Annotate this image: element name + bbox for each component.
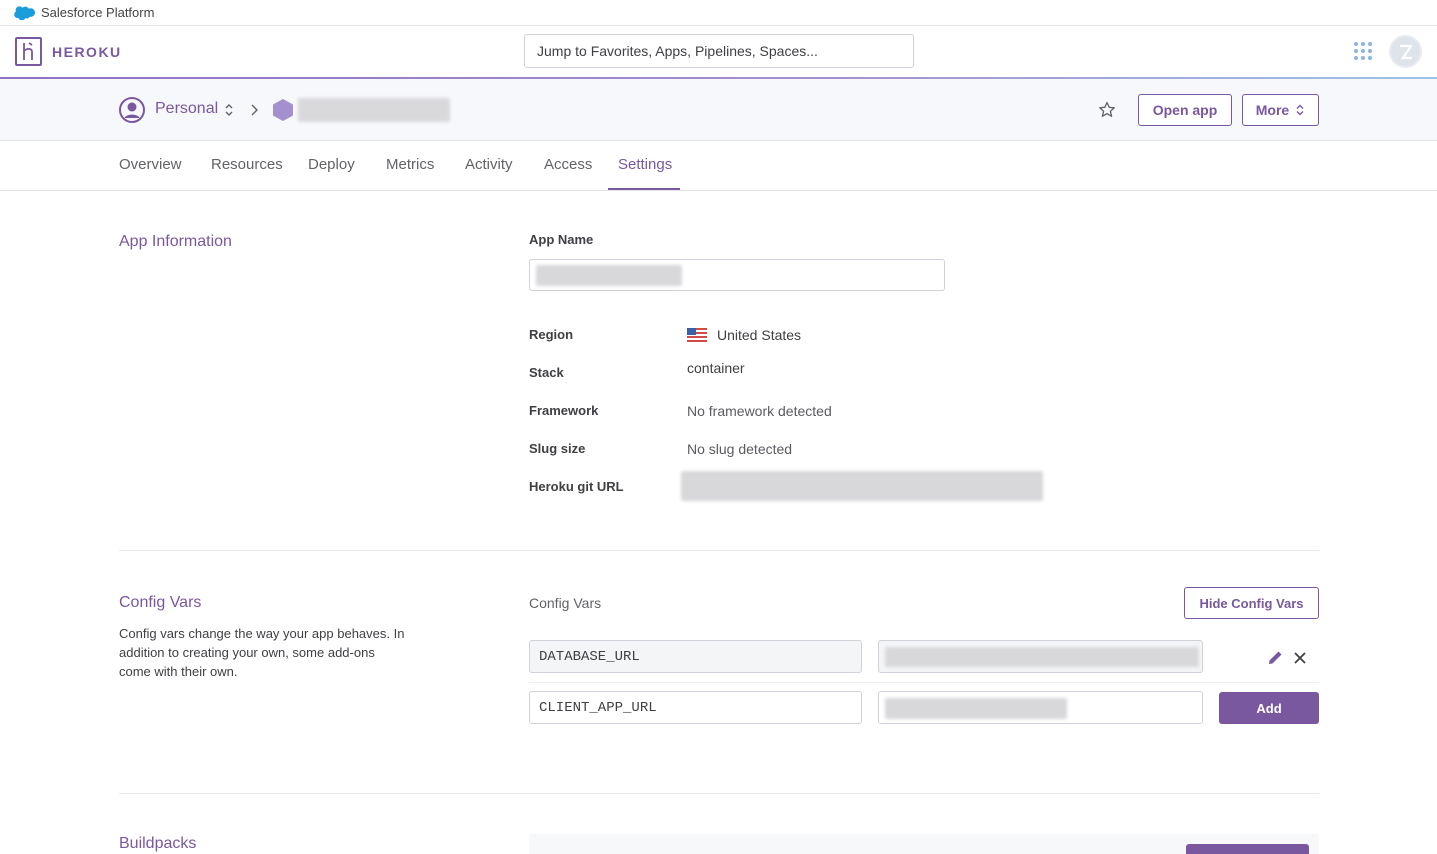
config-var-value-input[interactable] <box>878 640 1203 673</box>
app-tabs: Overview Resources Deploy Metrics Activi… <box>0 141 1437 191</box>
open-app-button[interactable]: Open app <box>1138 94 1232 126</box>
section-title-buildpacks: Buildpacks <box>119 835 197 852</box>
config-var-value-redacted <box>885 647 1199 667</box>
app-name-label: App Name <box>529 232 594 247</box>
new-config-var-value-input[interactable] <box>878 691 1203 724</box>
section-title-app-information: App Information <box>119 233 232 250</box>
stack-label: Stack <box>529 365 564 380</box>
us-flag-icon <box>687 328 707 342</box>
new-config-var-key-input[interactable]: CLIENT_APP_URL <box>529 691 862 724</box>
section-title-config-vars: Config Vars <box>119 594 202 611</box>
framework-value: No framework detected <box>687 403 832 419</box>
section-divider <box>119 793 1319 794</box>
edit-pencil-icon[interactable] <box>1267 649 1284 666</box>
app-name-redacted <box>298 98 450 122</box>
row-divider <box>529 682 1319 683</box>
git-url-label: Heroku git URL <box>529 479 624 494</box>
apps-grid-icon[interactable] <box>1353 41 1373 61</box>
heroku-logo-icon <box>15 37 42 66</box>
more-button-label: More <box>1255 102 1290 118</box>
tab-activity[interactable]: Activity <box>465 156 513 173</box>
hide-config-vars-button[interactable]: Hide Config Vars <box>1184 587 1319 619</box>
new-config-var-value-redacted <box>885 698 1067 719</box>
salesforce-platform-bar: Salesforce Platform <box>0 0 1437 26</box>
tab-access[interactable]: Access <box>544 156 592 173</box>
chevron-updown-icon <box>1296 104 1304 116</box>
config-vars-panel-label: Config Vars <box>529 595 602 611</box>
account-switcher[interactable]: Personal <box>155 100 218 118</box>
framework-label: Framework <box>529 403 599 418</box>
tab-deploy[interactable]: Deploy <box>308 156 355 173</box>
region-value: United States <box>717 327 802 343</box>
salesforce-cloud-icon <box>14 5 35 20</box>
user-avatar[interactable] <box>1389 35 1422 68</box>
favorite-star-icon[interactable] <box>1097 100 1117 120</box>
config-vars-description: Config vars change the way your app beha… <box>119 626 405 679</box>
section-divider <box>119 550 1319 551</box>
delete-x-icon[interactable] <box>1293 651 1307 665</box>
tab-metrics[interactable]: Metrics <box>386 156 434 173</box>
git-url-redacted[interactable] <box>681 471 1043 501</box>
add-buildpack-button[interactable] <box>1186 844 1309 854</box>
tab-resources[interactable]: Resources <box>211 156 283 173</box>
slug-size-label: Slug size <box>529 441 586 456</box>
app-name-value-redacted <box>536 265 682 286</box>
chevron-right-icon <box>251 104 258 116</box>
platform-label: Salesforce Platform <box>41 5 155 20</box>
heroku-header: HEROKU Jump to Favorites, Apps, Pipeline… <box>0 26 1437 79</box>
heroku-wordmark: HEROKU <box>52 43 122 60</box>
app-name-input[interactable] <box>529 259 945 291</box>
add-config-var-button[interactable]: Add <box>1219 692 1319 724</box>
app-hexagon-icon <box>273 99 293 121</box>
app-header: Personal Open app More <box>0 79 1437 141</box>
stack-value: container <box>687 360 745 376</box>
tab-settings[interactable]: Settings <box>618 156 672 173</box>
jump-search-input[interactable]: Jump to Favorites, Apps, Pipelines, Spac… <box>524 34 914 68</box>
region-label: Region <box>529 327 574 342</box>
heroku-logo[interactable]: HEROKU <box>15 37 122 66</box>
person-icon <box>119 97 145 123</box>
tab-overview[interactable]: Overview <box>119 156 182 173</box>
slug-size-value: No slug detected <box>687 441 793 457</box>
chevron-updown-icon[interactable] <box>223 103 235 117</box>
active-tab-indicator <box>608 188 680 190</box>
config-var-key-input[interactable]: DATABASE_URL <box>529 640 862 673</box>
more-button[interactable]: More <box>1242 94 1319 126</box>
